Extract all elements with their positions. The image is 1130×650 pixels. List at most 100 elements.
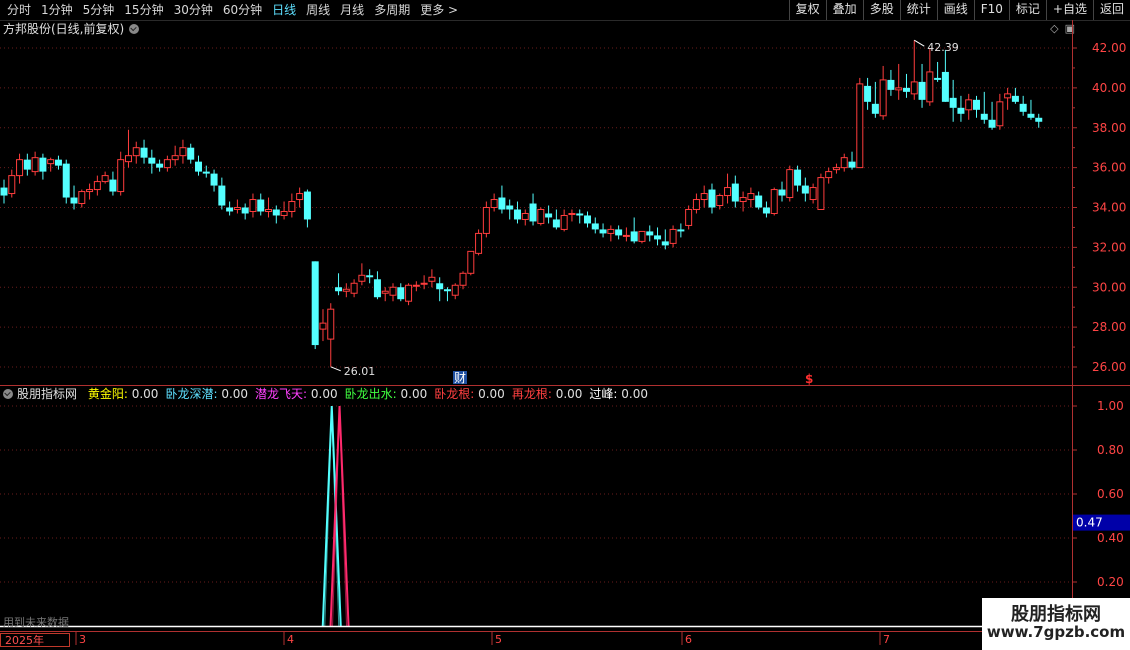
- candle-body-14: [109, 179, 117, 192]
- candle-body-118: [918, 81, 926, 100]
- price-label-6: 30.00: [1092, 280, 1126, 294]
- candle-body-125: [973, 99, 980, 110]
- candle-body-99: [770, 189, 778, 214]
- candle-body-121: [941, 71, 949, 102]
- indicator-label-4: 卧龙根: [434, 387, 471, 401]
- high-price-label: 42.39: [927, 41, 959, 54]
- indicator-colon: :: [547, 387, 556, 401]
- candle-body-41: [319, 322, 327, 330]
- candle-body-64: [498, 197, 506, 210]
- candle-body-56: [436, 283, 444, 290]
- candle-body-100: [778, 189, 786, 196]
- candle-body-77: [599, 229, 607, 234]
- candle-body-44: [342, 288, 350, 292]
- candle-body-26: [202, 171, 210, 174]
- indicator-value-0: 0.00: [131, 387, 159, 401]
- candle-body-40: [311, 261, 319, 346]
- candle-body-1: [8, 175, 16, 195]
- candle-body-20: [156, 163, 164, 168]
- candle-body-120: [934, 77, 942, 80]
- candle-body-39: [303, 191, 311, 220]
- candle-body-58: [451, 284, 459, 296]
- candle-body-101: [786, 169, 794, 199]
- indicator-label-5: 再龙根: [511, 387, 548, 401]
- candle-body-46: [358, 274, 366, 282]
- indicator-axis-label-1: 0.80: [1097, 443, 1124, 457]
- candle-body-91: [708, 189, 716, 208]
- candle-body-19: [148, 157, 156, 164]
- candle-body-86: [669, 228, 677, 244]
- cursor-value-label: 0.47: [1076, 516, 1103, 530]
- candle-body-92: [716, 195, 724, 207]
- candle-body-102: [794, 169, 802, 186]
- indicator-label-3: 卧龙出水: [344, 387, 393, 401]
- candle-body-124: [965, 99, 973, 111]
- candle-body-88: [685, 208, 693, 226]
- price-label-0: 42.00: [1092, 41, 1126, 55]
- indicator-legend: 股朋指标网 黄金阳: 0.00 卧龙深潜: 0.00 潜龙飞天: 0.00 卧龙出水:…: [3, 387, 651, 401]
- candle-body-128: [996, 101, 1004, 127]
- kline-chart[interactable]: 42.0040.0038.0036.0034.0032.0030.0028.00…: [0, 0, 1130, 650]
- candle-body-89: [692, 199, 700, 210]
- candle-body-5: [39, 157, 47, 172]
- candle-body-122: [949, 97, 957, 108]
- candle-body-71: [552, 219, 560, 228]
- candle-body-79: [615, 229, 623, 236]
- indicator-label-6: 过峰: [589, 387, 614, 401]
- candle-body-123: [957, 107, 965, 114]
- candle-body-6: [47, 159, 55, 165]
- candle-body-72: [560, 214, 568, 230]
- candle-body-126: [980, 113, 988, 120]
- dividend-marker: $: [805, 372, 813, 386]
- price-label-7: 28.00: [1092, 320, 1126, 334]
- candle-body-21: [163, 159, 171, 169]
- candle-body-27: [210, 173, 218, 186]
- candle-body-2: [16, 159, 24, 177]
- candle-body-52: [405, 284, 413, 302]
- candle-body-90: [700, 193, 708, 201]
- price-label-5: 32.00: [1092, 240, 1126, 254]
- candle-body-69: [537, 208, 545, 224]
- candle-body-75: [584, 215, 591, 224]
- candle-body-60: [467, 250, 475, 274]
- candle-body-111: [864, 85, 872, 102]
- candle-body-4: [31, 157, 39, 173]
- candle-body-9: [70, 197, 78, 204]
- indicator-value-5: 0.00: [555, 387, 583, 401]
- candle-body-97: [755, 195, 763, 208]
- candle-body-30: [233, 207, 241, 210]
- candle-body-54: [420, 282, 428, 285]
- candle-body-29: [226, 207, 234, 212]
- price-label-1: 40.00: [1092, 81, 1126, 95]
- candle-body-23: [179, 147, 187, 157]
- candle-body-95: [739, 197, 747, 203]
- candle-body-42: [327, 308, 335, 340]
- month-label-4: 7: [883, 633, 890, 646]
- watermark-logo: 股朋指标网 www.7gpzb.com: [982, 598, 1130, 650]
- candle-body-115: [895, 87, 903, 91]
- watermark-url: www.7gpzb.com: [986, 623, 1126, 641]
- indicator-axis-label-4: 0.20: [1097, 575, 1124, 589]
- chevron-down-icon[interactable]: [3, 389, 13, 399]
- candle-body-76: [591, 223, 599, 230]
- month-label-0: 3: [79, 633, 86, 646]
- indicator-value-2: 0.00: [310, 387, 338, 401]
- candle-body-49: [381, 290, 389, 294]
- candle-body-63: [490, 199, 498, 208]
- candle-body-84: [654, 235, 662, 240]
- indicator-value-3: 0.00: [400, 387, 428, 401]
- candle-body-131: [1019, 103, 1027, 112]
- price-label-4: 34.00: [1092, 201, 1126, 215]
- candle-body-130: [1011, 95, 1019, 102]
- candle-body-37: [288, 201, 296, 212]
- candle-body-33: [257, 199, 265, 212]
- candle-body-87: [677, 229, 685, 232]
- candle-body-93: [724, 187, 732, 197]
- indicator-value-1: 0.00: [221, 387, 249, 401]
- candle-body-15: [117, 159, 125, 193]
- candle-body-0: [0, 187, 8, 196]
- candle-body-7: [54, 159, 62, 166]
- low-arrow: [330, 366, 341, 372]
- candle-body-10: [78, 191, 86, 205]
- candle-body-133: [1035, 117, 1043, 122]
